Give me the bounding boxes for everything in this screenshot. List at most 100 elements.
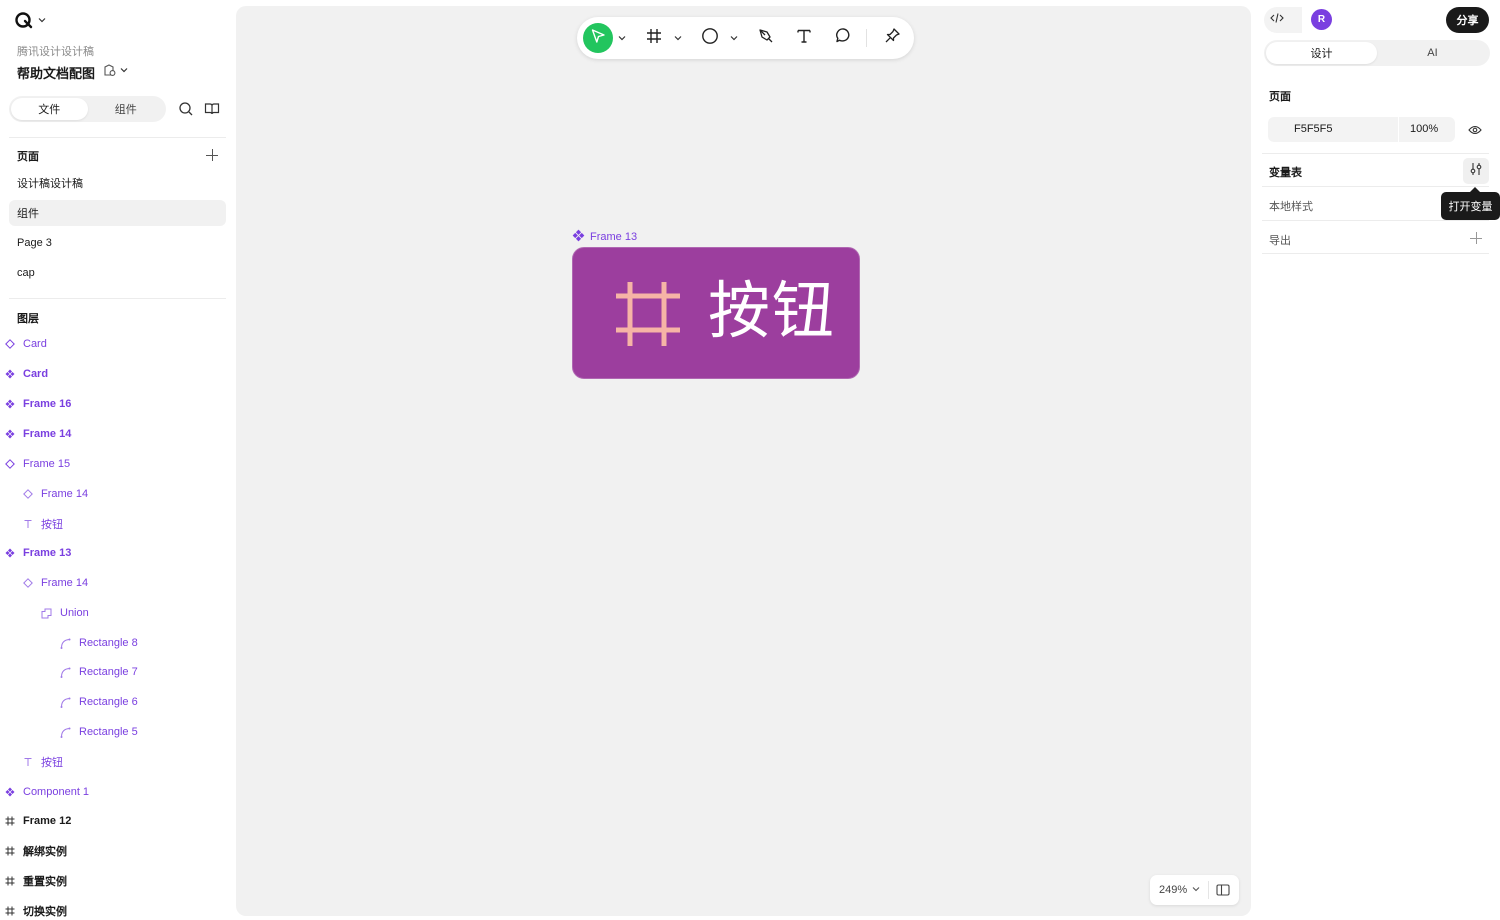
panel-layout-icon[interactable] [1216, 883, 1230, 902]
layer-name: Frame 13 [23, 547, 72, 559]
open-variables-button[interactable] [1463, 158, 1489, 184]
team-name: 腾讯设计设计稿 [17, 46, 94, 58]
layer-row[interactable]: 解绑实例 [4, 841, 67, 861]
chevron-down-icon [674, 29, 682, 47]
add-page-icon[interactable] [206, 149, 218, 161]
layer-row[interactable]: Union [41, 603, 89, 623]
component-outline-icon [22, 578, 33, 589]
tab-components[interactable]: 组件 [88, 98, 165, 120]
file-access-icon[interactable] [103, 63, 129, 82]
chevron-down-icon [1192, 884, 1200, 896]
layer-row[interactable]: 按钮 [22, 514, 63, 534]
page-background-field[interactable]: F5F5F5 100% [1268, 117, 1455, 142]
file-title[interactable]: 帮助文档配图 [17, 63, 95, 82]
frame-hash-icon [4, 876, 15, 887]
export-title[interactable]: 导出 [1269, 232, 1291, 248]
shape-tool-button[interactable] [695, 23, 725, 53]
zoom-dropdown[interactable]: 249% [1159, 884, 1200, 896]
add-export-icon[interactable] [1470, 232, 1482, 244]
layer-row[interactable]: 重置实例 [4, 871, 67, 891]
app-menu[interactable] [14, 10, 46, 30]
tab-files[interactable]: 文件 [11, 98, 88, 120]
layer-row[interactable]: Rectangle 8 [60, 633, 138, 653]
sliders-icon [1469, 162, 1483, 181]
layer-row[interactable]: Frame 13 [4, 543, 71, 563]
shape-tool-menu[interactable] [729, 23, 739, 53]
layer-row[interactable]: Frame 14 [22, 573, 88, 593]
comment-tool-button[interactable] [828, 23, 858, 53]
text-icon [796, 28, 812, 49]
layer-name: Card [23, 338, 47, 350]
zoom-control[interactable]: 249% [1150, 875, 1239, 905]
ai-plugin-button[interactable] [877, 23, 907, 53]
move-tool-button[interactable] [583, 23, 613, 53]
layer-row[interactable]: 切换实例 [4, 901, 67, 920]
opacity-value[interactable]: 100% [1410, 123, 1438, 135]
layer-row[interactable]: Rectangle 7 [60, 662, 138, 682]
tab-ai[interactable]: AI [1377, 42, 1488, 64]
layer-name: Union [60, 607, 89, 619]
layer-row[interactable]: Card [4, 334, 47, 354]
text-tool-button[interactable] [789, 23, 819, 53]
layer-row[interactable]: Frame 16 [4, 394, 71, 414]
layer-row[interactable]: Rectangle 6 [60, 692, 138, 712]
divider [1262, 253, 1489, 254]
divider [1208, 881, 1209, 899]
right-panel: R 分享 设计 AI 页面 F5F5F5 100% 变量表 打开变量 本地样式 … [1251, 0, 1500, 920]
frame-tool-menu[interactable] [673, 23, 683, 53]
component-outline-icon [4, 339, 15, 350]
layer-name: Rectangle 7 [79, 666, 138, 678]
divider [9, 137, 226, 138]
frame-hash-icon [4, 906, 15, 917]
page-section-title: 页面 [1269, 91, 1291, 103]
tab-design[interactable]: 设计 [1266, 42, 1377, 64]
layer-name: Component 1 [23, 786, 90, 798]
component-icon [4, 399, 15, 410]
layer-row[interactable]: Frame 14 [4, 424, 71, 444]
frame-13-button[interactable]: 按钮 [572, 247, 860, 379]
vector-path-icon [60, 667, 71, 678]
frame-tool-button[interactable] [639, 23, 669, 53]
divider [1262, 186, 1489, 187]
right-tab-switch: 设计 AI [1264, 40, 1490, 66]
pen-tool-button[interactable] [751, 23, 781, 53]
layer-row[interactable]: Frame 14 [22, 484, 88, 504]
library-book-icon[interactable] [204, 101, 220, 117]
eye-icon[interactable] [1468, 123, 1482, 141]
pen-icon [758, 28, 774, 49]
layer-name: Rectangle 8 [79, 637, 138, 649]
layer-row[interactable]: 按钮 [22, 752, 63, 772]
chevron-down-icon [730, 29, 738, 47]
color-hex-value[interactable]: F5F5F5 [1294, 123, 1333, 135]
layer-row[interactable]: Rectangle 5 [60, 722, 138, 742]
layer-row[interactable]: Card [4, 364, 48, 384]
component-outline-icon [22, 489, 33, 500]
layer-row[interactable]: Frame 15 [4, 454, 70, 474]
layer-row[interactable]: Component 1 [4, 782, 89, 802]
divider [9, 298, 226, 299]
layer-name: Rectangle 6 [79, 696, 138, 708]
local-styles-title[interactable]: 本地样式 [1269, 198, 1313, 214]
layer-name: Card [23, 368, 49, 380]
pointer-icon [590, 28, 606, 49]
dev-mode-button[interactable] [1264, 7, 1302, 33]
left-tab-switch: 文件 组件 [9, 96, 166, 122]
frame-name-label[interactable]: Frame 13 [572, 229, 637, 245]
design-canvas[interactable]: Frame 13 按钮 249% [236, 6, 1251, 916]
layer-name: Frame 12 [23, 815, 72, 827]
page-item[interactable]: 设计稿设计稿 [9, 170, 226, 196]
search-icon[interactable] [178, 101, 194, 117]
text-layer-icon [22, 519, 33, 530]
share-button[interactable]: 分享 [1446, 7, 1489, 33]
avatar[interactable]: R [1311, 9, 1332, 30]
page-item[interactable]: cap [9, 260, 226, 286]
move-tool-menu[interactable] [617, 23, 627, 53]
page-item-selected[interactable]: 组件 [9, 200, 226, 226]
page-item[interactable]: Page 3 [9, 230, 226, 256]
vector-path-icon [60, 727, 71, 738]
layer-row[interactable]: Frame 12 [4, 811, 71, 831]
component-icon [4, 369, 15, 380]
frame-hash-icon [4, 846, 15, 857]
layers-header: 图层 [17, 313, 39, 325]
layer-name: 按钮 [41, 757, 63, 769]
